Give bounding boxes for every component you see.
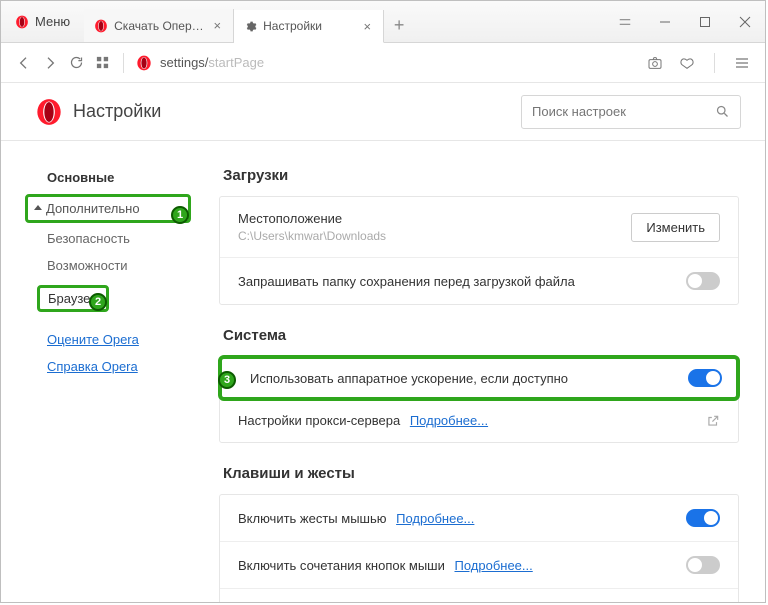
tab-menu-icon [618, 15, 632, 29]
page-title: Настройки [73, 101, 161, 122]
change-location-button[interactable]: Изменить [631, 213, 720, 242]
sidebar-link-rate: Оцените Opera [1, 326, 201, 353]
titlebar: Меню Скачать Опера для компь × Настройки… [1, 1, 765, 43]
settings-body: Основные Дополнительно 1 Безопасность Во… [1, 141, 765, 602]
tab-label: Настройки [263, 19, 355, 33]
sidebar-item-main[interactable]: Основные [1, 163, 201, 192]
gear-icon [244, 20, 257, 33]
sidebar-link-help: Справка Opera [1, 353, 201, 380]
downloads-card: Местоположение C:\Users\kmwar\Downloads … [219, 196, 739, 305]
address-bar: settings/startPage [1, 43, 765, 83]
sidebar: Основные Дополнительно 1 Безопасность Во… [1, 141, 201, 602]
settings-content: Загрузки Местоположение C:\Users\kmwar\D… [201, 141, 765, 602]
location-value: C:\Users\kmwar\Downloads [238, 229, 631, 243]
tab-download-opera[interactable]: Скачать Опера для компь × [84, 9, 234, 42]
download-location-row: Местоположение C:\Users\kmwar\Downloads … [220, 197, 738, 258]
settings-search[interactable] [521, 95, 741, 129]
mouse-combo-toggle[interactable] [686, 556, 720, 574]
window-controls [645, 1, 765, 42]
annotation-badge-3: 3 [218, 371, 236, 389]
speed-dial-button[interactable] [93, 54, 111, 72]
bookmark-button[interactable] [678, 54, 696, 72]
external-link-icon [706, 414, 720, 428]
mouse-combo-row[interactable]: Включить сочетания кнопок мыши Подробнее… [220, 542, 738, 589]
annotation-badge-1: 1 [171, 206, 189, 224]
close-tab-icon[interactable]: × [362, 19, 374, 34]
section-title-keys: Клавиши и жесты [223, 465, 739, 482]
keys-card: Включить жесты мышью Подробнее... Включи… [219, 494, 739, 602]
forward-button[interactable] [41, 54, 59, 72]
section-title-system: Система [223, 327, 739, 344]
reload-button[interactable] [67, 54, 85, 72]
ask-folder-toggle[interactable] [686, 272, 720, 290]
minimize-button[interactable] [645, 1, 685, 43]
mouse-gestures-toggle[interactable] [686, 509, 720, 527]
search-input[interactable] [532, 104, 715, 119]
location-label: Местоположение [238, 211, 631, 226]
hw-accel-toggle[interactable] [688, 369, 722, 387]
proxy-settings-row[interactable]: Настройки прокси-сервера Подробнее... [220, 399, 738, 442]
close-tab-icon[interactable]: × [212, 18, 224, 33]
easy-setup-button[interactable] [733, 54, 751, 72]
sidebar-item-security[interactable]: Безопасность [1, 225, 201, 252]
close-button[interactable] [725, 1, 765, 43]
back-button[interactable] [15, 54, 33, 72]
url-suffix: startPage [208, 55, 264, 70]
proxy-label: Настройки прокси-сервера [238, 413, 400, 428]
sidebar-item-advanced[interactable]: Дополнительно [25, 194, 191, 223]
tab-menu-button[interactable] [605, 1, 645, 42]
hardware-acceleration-row[interactable]: 3 Использовать аппаратное ускорение, есл… [218, 355, 740, 401]
mouse-combo-more-link[interactable]: Подробнее... [454, 558, 532, 573]
proxy-more-link[interactable]: Подробнее... [410, 413, 488, 428]
divider [714, 53, 715, 73]
settings-header: Настройки [1, 83, 765, 141]
tabs-row: Скачать Опера для компь × Настройки × + [84, 1, 605, 42]
search-icon [715, 104, 730, 119]
sidebar-item-features[interactable]: Возможности [1, 252, 201, 279]
opera-icon [94, 19, 108, 33]
browser-window: Меню Скачать Опера для компь × Настройки… [0, 0, 766, 603]
mouse-gestures-row[interactable]: Включить жесты мышью Подробнее... [220, 495, 738, 542]
opera-icon [15, 15, 29, 29]
snapshot-button[interactable] [646, 54, 664, 72]
new-tab-button[interactable]: + [384, 9, 414, 42]
hw-accel-label: Использовать аппаратное ускорение, если … [236, 371, 688, 386]
opera-menu-button[interactable]: Меню [1, 1, 84, 42]
annotation-badge-2: 2 [89, 293, 107, 311]
url-prefix: settings/ [160, 55, 208, 70]
maximize-button[interactable] [685, 1, 725, 43]
tab-settings[interactable]: Настройки × [234, 10, 384, 43]
ask-folder-label: Запрашивать папку сохранения перед загру… [238, 274, 686, 289]
opera-help-link[interactable]: Справка Opera [47, 359, 138, 374]
mouse-combo-label: Включить сочетания кнопок мыши [238, 558, 445, 573]
mouse-gestures-more-link[interactable]: Подробнее... [396, 511, 474, 526]
extra-keys-row[interactable]: Включить дополнительные сочетания клавиш… [220, 589, 738, 602]
section-title-downloads: Загрузки [223, 167, 739, 184]
divider [123, 53, 124, 73]
ask-folder-row[interactable]: Запрашивать папку сохранения перед загру… [220, 258, 738, 304]
menu-label: Меню [35, 14, 70, 29]
mouse-gestures-label: Включить жесты мышью [238, 511, 387, 526]
opera-logo-icon [35, 98, 63, 126]
tab-label: Скачать Опера для компь [114, 19, 205, 33]
rate-opera-link[interactable]: Оцените Opera [47, 332, 139, 347]
url-field[interactable]: settings/startPage [160, 55, 264, 70]
opera-icon [136, 55, 152, 71]
system-card: 3 Использовать аппаратное ускорение, есл… [219, 356, 739, 443]
